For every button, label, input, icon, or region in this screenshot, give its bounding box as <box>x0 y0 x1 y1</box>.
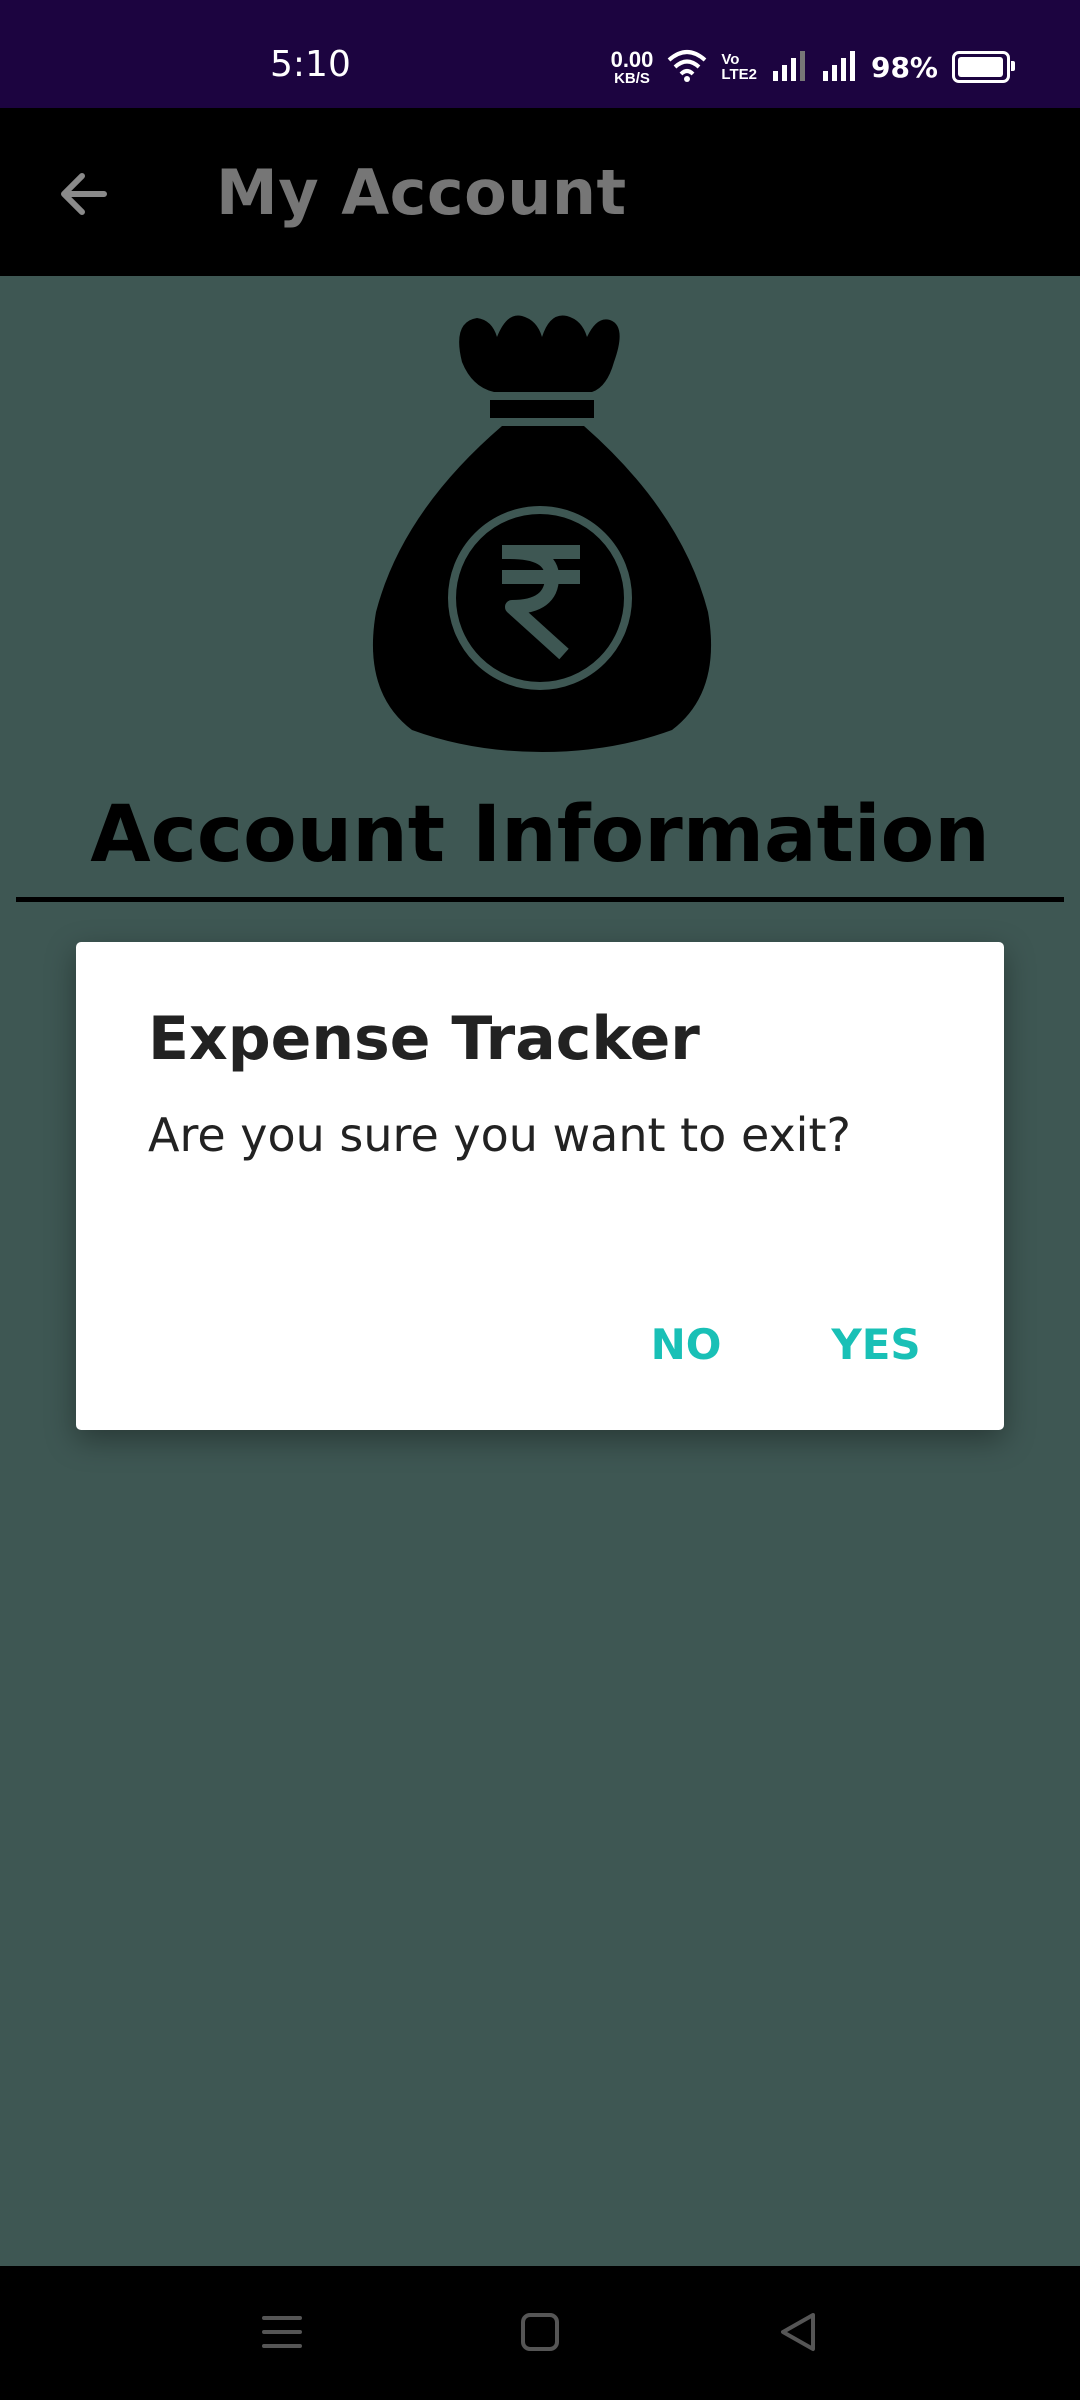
net-speed: 0.00 KB/S <box>610 46 654 87</box>
arrow-left-icon <box>56 166 112 227</box>
back-triangle-icon <box>777 2311 819 2358</box>
menu-icon <box>260 2312 304 2357</box>
signal-icon-2 <box>821 49 857 86</box>
nav-back-button[interactable] <box>762 2298 834 2370</box>
volte-indicator: Vo LTE2 <box>721 52 757 82</box>
no-button[interactable]: NO <box>616 1304 756 1384</box>
recent-apps-button[interactable] <box>246 2298 318 2370</box>
net-speed-value: 0.00 <box>610 46 654 72</box>
dialog-title: Expense Tracker <box>148 1004 700 1074</box>
system-nav-bar <box>0 2266 1080 2400</box>
volte-top: Vo <box>721 51 740 68</box>
yes-button[interactable]: YES <box>796 1304 956 1384</box>
signal-icon-1 <box>771 49 807 86</box>
dialog-message: Are you sure you want to exit? <box>148 1108 851 1162</box>
exit-dialog: Expense Tracker Are you sure you want to… <box>76 942 1004 1430</box>
status-bar: 5:10 0.00 KB/S Vo LTE2 98% <box>0 0 1080 108</box>
rupee-money-bag-icon <box>352 312 732 752</box>
status-time: 5:10 <box>270 44 351 85</box>
wifi-icon <box>667 48 707 87</box>
home-button[interactable] <box>504 2298 576 2370</box>
status-icons: 0.00 KB/S Vo LTE2 98% <box>610 42 1015 92</box>
volte-bottom: LTE2 <box>721 66 757 83</box>
back-button[interactable] <box>48 160 120 232</box>
home-square-icon <box>519 2311 561 2358</box>
battery-icon <box>952 51 1015 83</box>
app-bar: My Account <box>0 108 1080 276</box>
section-divider <box>16 897 1064 902</box>
page-title: My Account <box>216 156 627 229</box>
section-title: Account Information <box>90 790 990 880</box>
net-speed-unit: KB/S <box>614 69 650 87</box>
battery-percent: 98% <box>870 50 938 84</box>
